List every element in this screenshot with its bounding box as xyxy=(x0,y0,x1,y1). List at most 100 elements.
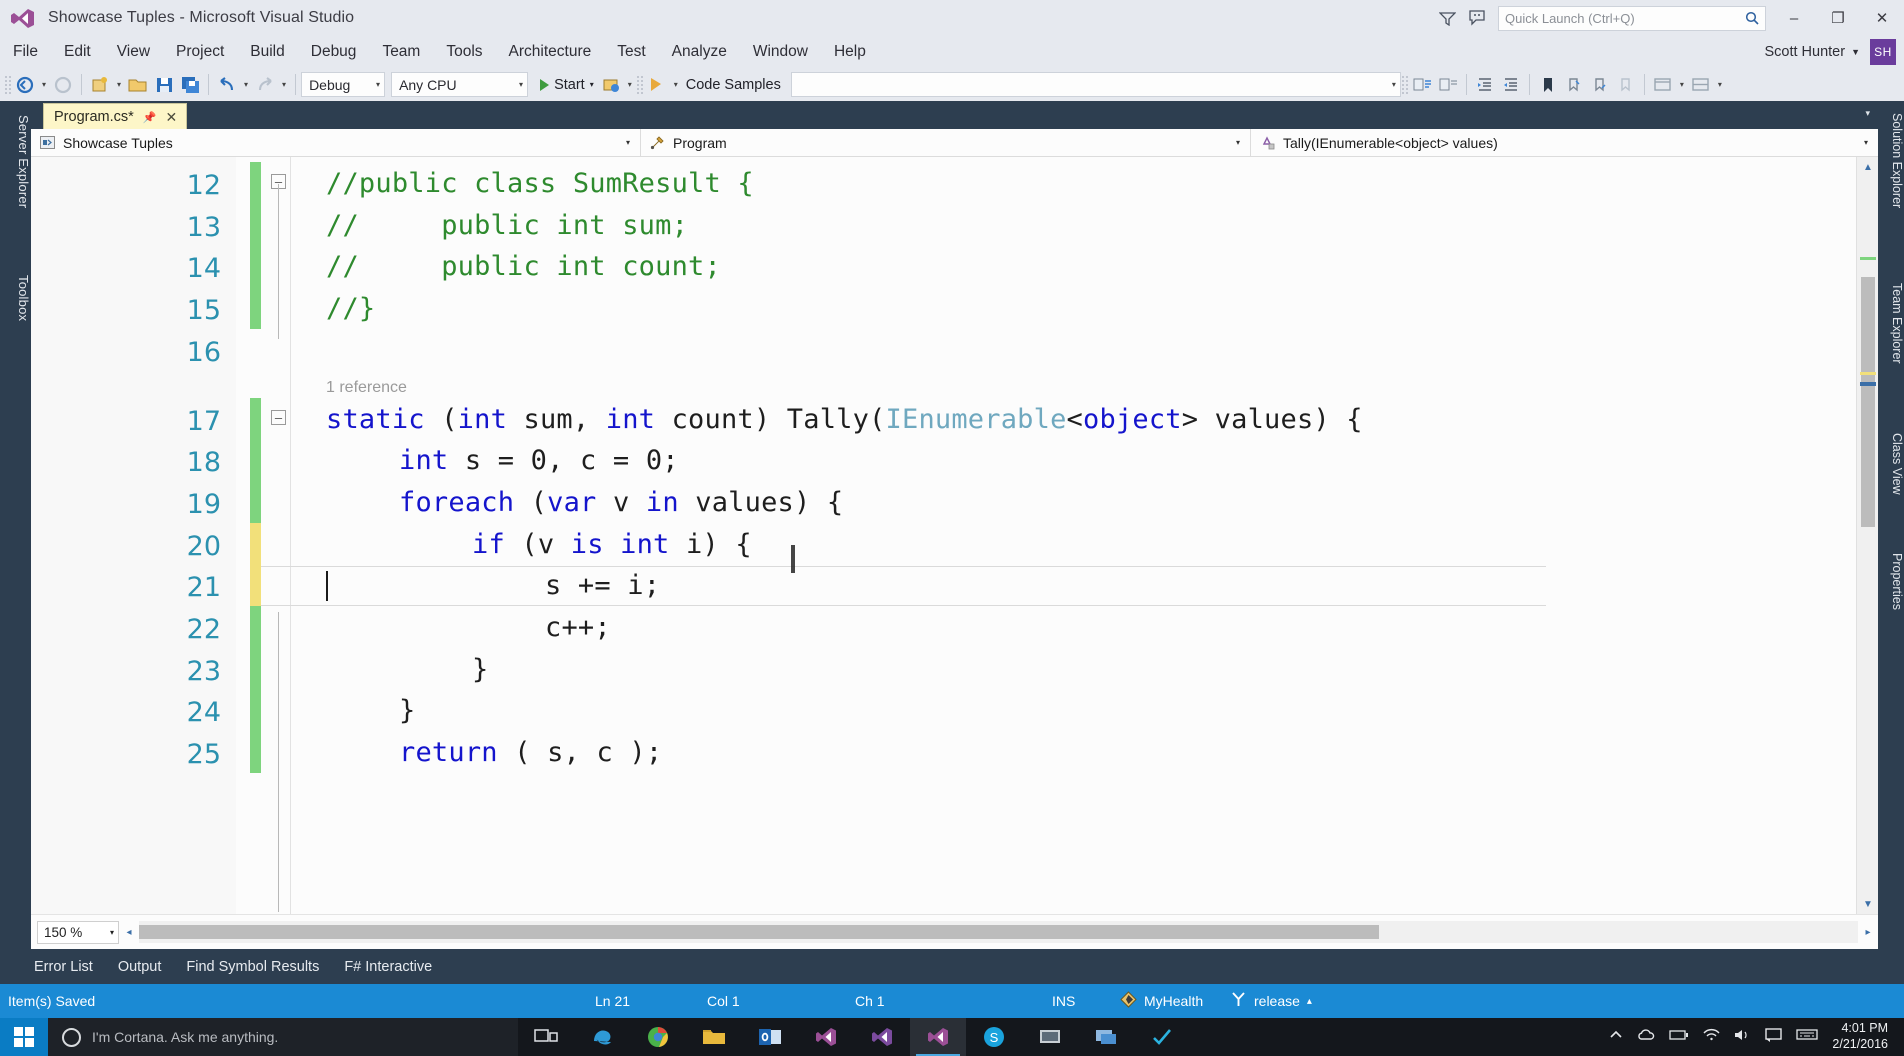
scroll-down-button[interactable]: ▼ xyxy=(1857,894,1879,914)
minimize-button[interactable]: – xyxy=(1772,0,1816,36)
feedback-smiley-icon[interactable] xyxy=(1462,0,1492,36)
user-name-label[interactable]: Scott Hunter xyxy=(1764,44,1845,60)
menu-item-project[interactable]: Project xyxy=(163,39,237,65)
chevron-down-icon[interactable]: ▾ xyxy=(1865,108,1870,119)
toolbar-grip-2[interactable] xyxy=(635,74,644,95)
task-view-icon[interactable] xyxy=(518,1018,574,1056)
menu-item-window[interactable]: Window xyxy=(740,39,821,65)
breadcrumb-project-combo[interactable]: Showcase Tuples ▾ xyxy=(31,129,641,156)
breadcrumb-type-combo[interactable]: Program ▾ xyxy=(641,129,1251,156)
back-dropdown-caret[interactable]: ▾ xyxy=(38,80,50,89)
redo-caret[interactable]: ▾ xyxy=(278,80,290,89)
tab-find-symbol-results[interactable]: Find Symbol Results xyxy=(186,959,319,975)
solution-platform-combo[interactable]: Any CPU ▾ xyxy=(391,72,529,97)
new-window-caret[interactable]: ▾ xyxy=(1676,80,1688,89)
outlook-icon[interactable] xyxy=(742,1018,798,1056)
save-icon[interactable] xyxy=(151,72,177,98)
dock-item-team-explorer[interactable]: Team Explorer xyxy=(1878,277,1904,417)
code-line[interactable]: 16 xyxy=(31,329,1878,379)
undo-arrow-icon[interactable] xyxy=(214,72,240,98)
status-repository[interactable]: MyHealth xyxy=(1120,991,1203,1011)
remote-desktop-icon[interactable] xyxy=(1078,1018,1134,1056)
close-button[interactable]: ✕ xyxy=(1860,0,1904,36)
increase-indent-icon[interactable] xyxy=(1472,72,1498,98)
onenote-check-icon[interactable] xyxy=(1134,1018,1190,1056)
code-samples-icon[interactable] xyxy=(644,72,670,98)
quick-launch-input[interactable]: Quick Launch (Ctrl+Q) xyxy=(1498,5,1766,31)
visual-studio-icon-2[interactable] xyxy=(854,1018,910,1056)
dock-item-solution-explorer[interactable]: Solution Explorer xyxy=(1878,107,1904,267)
visual-studio-icon-1[interactable] xyxy=(798,1018,854,1056)
tab-error-list[interactable]: Error List xyxy=(34,959,93,975)
uncomment-icon[interactable] xyxy=(1435,72,1461,98)
dock-item-toolbox[interactable]: Toolbox xyxy=(0,269,31,359)
clear-bookmarks-icon[interactable] xyxy=(1613,72,1639,98)
code-samples-label[interactable]: Code Samples xyxy=(682,77,785,93)
start-debugging-button[interactable]: Start ▾ xyxy=(536,72,598,98)
menu-item-tools[interactable]: Tools xyxy=(433,39,495,65)
menu-item-file[interactable]: File xyxy=(0,39,51,65)
solution-configuration-combo[interactable]: Debug ▾ xyxy=(301,72,386,97)
file-explorer-icon[interactable] xyxy=(686,1018,742,1056)
tab-output[interactable]: Output xyxy=(118,959,162,975)
chevron-down-icon[interactable]: ▼ xyxy=(1851,47,1860,57)
codelens-reference-count[interactable]: 1 reference xyxy=(326,379,407,397)
status-branch[interactable]: release ▴ xyxy=(1230,991,1312,1011)
code-line[interactable]: 25 return ( s, c ); xyxy=(31,731,1878,781)
battery-icon[interactable] xyxy=(1669,1028,1689,1046)
dock-item-server-explorer[interactable]: Server Explorer xyxy=(0,109,31,259)
menu-item-debug[interactable]: Debug xyxy=(298,39,370,65)
keyboard-icon[interactable] xyxy=(1796,1028,1819,1046)
tab-fsharp-interactive[interactable]: F# Interactive xyxy=(344,959,432,975)
redo-arrow-icon[interactable] xyxy=(252,72,278,98)
split-window-icon[interactable] xyxy=(1688,72,1714,98)
horizontal-scroll-track[interactable] xyxy=(139,921,1858,943)
cortana-search-box[interactable]: I'm Cortana. Ask me anything. xyxy=(48,1018,518,1056)
decrease-indent-icon[interactable] xyxy=(1498,72,1524,98)
hyper-v-icon[interactable] xyxy=(1022,1018,1078,1056)
code-editor-surface[interactable]: –12//public class SumResult {13// public… xyxy=(31,157,1878,914)
menu-item-build[interactable]: Build xyxy=(237,39,297,65)
menu-item-analyze[interactable]: Analyze xyxy=(659,39,740,65)
filter-icon[interactable] xyxy=(1432,0,1462,36)
next-bookmark-icon[interactable] xyxy=(1587,72,1613,98)
pin-icon[interactable]: 📌 xyxy=(143,111,157,124)
undo-caret[interactable]: ▾ xyxy=(240,80,252,89)
scroll-right-button[interactable]: ▸ xyxy=(1858,921,1878,943)
action-center-icon[interactable] xyxy=(1765,1027,1783,1047)
chrome-browser-icon[interactable] xyxy=(630,1018,686,1056)
open-file-icon[interactable] xyxy=(125,72,151,98)
volume-icon[interactable] xyxy=(1734,1028,1751,1047)
vertical-scrollbar[interactable]: ▲ ▼ xyxy=(1856,157,1878,914)
vertical-scroll-thumb[interactable] xyxy=(1861,277,1875,527)
menu-item-help[interactable]: Help xyxy=(821,39,879,65)
scroll-up-button[interactable]: ▲ xyxy=(1857,157,1879,177)
dock-item-class-view[interactable]: Class View xyxy=(1878,427,1904,537)
zoom-level-combo[interactable]: 150 % ▾ xyxy=(37,920,119,944)
taskbar-clock[interactable]: 4:01 PM 2/21/2016 xyxy=(1832,1021,1894,1052)
maximize-button[interactable]: ❐ xyxy=(1816,0,1860,36)
horizontal-scroll-thumb[interactable] xyxy=(139,925,1379,939)
toolbar-grip-3[interactable] xyxy=(1400,74,1409,95)
visual-studio-icon-active[interactable] xyxy=(910,1018,966,1056)
toolbar-search-combo[interactable]: ▾ xyxy=(790,72,1401,97)
dock-item-properties[interactable]: Properties xyxy=(1878,547,1904,657)
new-window-icon[interactable] xyxy=(1650,72,1676,98)
attach-to-process-icon[interactable] xyxy=(598,72,624,98)
navigate-forward-icon[interactable] xyxy=(50,72,76,98)
edge-browser-icon[interactable] xyxy=(574,1018,630,1056)
menu-item-view[interactable]: View xyxy=(104,39,163,65)
skype-icon[interactable]: S xyxy=(966,1018,1022,1056)
close-icon[interactable]: ✕ xyxy=(165,109,177,126)
menu-item-team[interactable]: Team xyxy=(369,39,433,65)
network-icon[interactable] xyxy=(1703,1028,1720,1046)
save-all-icon[interactable] xyxy=(177,72,203,98)
new-project-caret[interactable]: ▾ xyxy=(113,80,125,89)
code-samples-caret[interactable]: ▾ xyxy=(670,80,682,89)
toolbar-grip[interactable] xyxy=(4,74,12,95)
navigate-back-icon[interactable] xyxy=(12,72,38,98)
menu-item-test[interactable]: Test xyxy=(604,39,658,65)
scroll-left-button[interactable]: ◂ xyxy=(119,921,139,943)
prev-bookmark-icon[interactable] xyxy=(1561,72,1587,98)
menu-item-architecture[interactable]: Architecture xyxy=(496,39,605,65)
